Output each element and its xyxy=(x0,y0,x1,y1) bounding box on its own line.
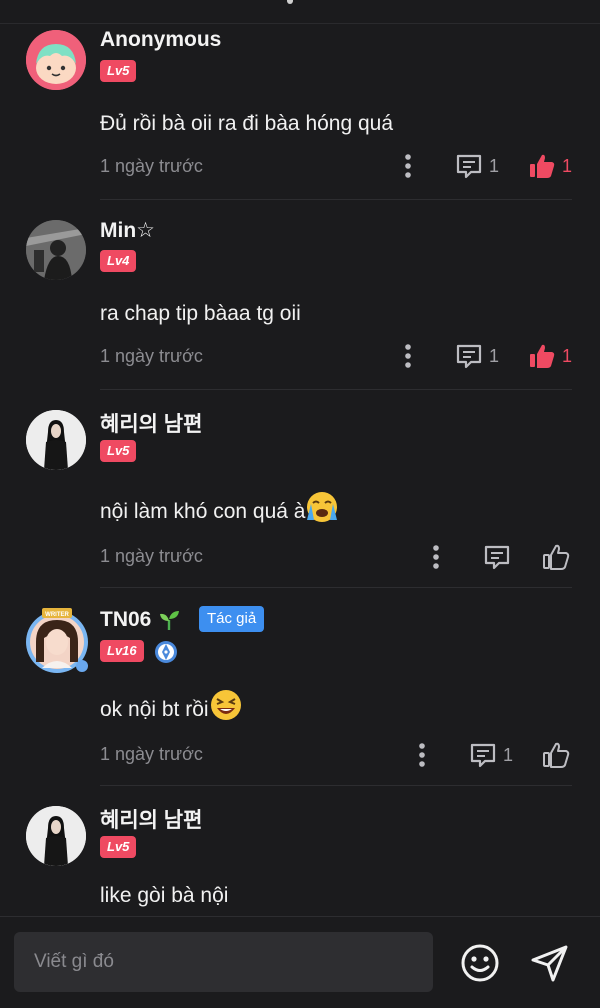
avatar[interactable] xyxy=(26,806,86,866)
comment-text-body: ok nội bt rồi xyxy=(100,698,209,721)
sheet-top-edge xyxy=(0,0,600,24)
comment-text: ra chap tip bàaa tg oii xyxy=(100,302,301,325)
smiley-icon[interactable] xyxy=(458,941,502,985)
like-button[interactable]: 1 xyxy=(528,342,572,370)
level-badge: Lv4 xyxy=(100,250,137,272)
comment-text-body: nội làm khó con quá à xyxy=(100,500,306,523)
more-options-icon[interactable] xyxy=(403,343,413,369)
seedling-icon xyxy=(160,611,180,630)
comment-text: like gòi bà nội xyxy=(100,884,229,907)
comment-item: 혜리의 남편 Lv5 nội làm khó con quá à 1 ngày … xyxy=(26,390,572,588)
comment-item: Anonymous Lv5 Đủ rồi bà oii ra đi bàa hó… xyxy=(26,24,572,200)
reply-button[interactable]: 1 xyxy=(469,741,513,769)
comment-item: Min☆ Lv4 ra chap tip bàaa tg oii 1 ngày … xyxy=(26,200,572,390)
reply-button[interactable]: 1 xyxy=(455,152,499,180)
comment-text: Đủ rồi bà oii ra đi bàa hóng quá xyxy=(100,112,394,135)
thumbs-up-filled-icon xyxy=(530,344,555,368)
comment-input[interactable] xyxy=(14,932,433,992)
username-group: TN06 xyxy=(100,608,181,632)
reply-button[interactable]: 1 xyxy=(455,342,499,370)
like-count: 1 xyxy=(562,155,573,176)
comment-icon xyxy=(456,344,482,369)
comment-list[interactable]: Anonymous Lv5 Đủ rồi bà oii ra đi bàa hó… xyxy=(0,24,600,916)
avatar-frame-text: WRITER xyxy=(45,612,69,618)
comment-item: WRITER TN06 Tác giả Lv16 ok nội bt rồi 1… xyxy=(26,588,572,786)
level-badge: Lv5 xyxy=(100,60,137,82)
thumbs-up-filled-icon xyxy=(530,154,555,178)
username[interactable]: Min☆ xyxy=(100,218,155,243)
like-count: 1 xyxy=(562,345,573,366)
username[interactable]: 혜리의 남편 xyxy=(100,408,202,438)
username[interactable]: 혜리의 남편 xyxy=(100,804,202,834)
more-options-icon[interactable] xyxy=(403,153,413,179)
level-badge: Lv5 xyxy=(100,440,137,462)
comment-icon xyxy=(470,743,496,768)
comment-text: ok nội bt rồi xyxy=(100,688,243,722)
comment-item: 혜리의 남편 Lv5 like gòi bà nội xyxy=(26,786,572,916)
comment-icon xyxy=(484,545,510,570)
comment-icon xyxy=(456,154,482,179)
avatar[interactable]: WRITER xyxy=(22,606,92,676)
avatar[interactable] xyxy=(26,410,86,470)
more-options-icon[interactable] xyxy=(431,544,441,570)
avatar-image xyxy=(26,410,86,470)
send-icon[interactable] xyxy=(528,941,572,985)
laughing-face-icon xyxy=(210,690,241,720)
avatar-image xyxy=(26,220,86,280)
drag-handle[interactable] xyxy=(287,0,293,4)
comment-text: nội làm khó con quá à xyxy=(100,490,339,524)
like-button[interactable]: 1 xyxy=(528,152,572,180)
timestamp: 1 ngày trước xyxy=(100,546,203,566)
avatar[interactable] xyxy=(26,30,86,90)
thumbs-up-icon xyxy=(543,742,570,768)
like-button[interactable] xyxy=(542,741,572,769)
avatar-image: WRITER xyxy=(26,608,88,673)
author-tag: Tác giả xyxy=(199,606,265,632)
avatar-image xyxy=(26,30,86,90)
reply-count: 1 xyxy=(489,155,500,176)
reply-count: 1 xyxy=(489,345,500,366)
timestamp: 1 ngày trước xyxy=(100,744,203,764)
reply-count: 1 xyxy=(503,744,514,765)
username[interactable]: TN06 xyxy=(100,608,151,631)
more-options-icon[interactable] xyxy=(417,742,427,768)
timestamp: 1 ngày trước xyxy=(100,156,203,176)
level-badge: Lv5 xyxy=(100,836,137,858)
loudly-crying-face-icon xyxy=(307,492,338,522)
level-badge: Lv16 xyxy=(100,640,144,662)
like-button[interactable] xyxy=(542,543,572,571)
writer-pen-icon xyxy=(155,641,177,663)
thumbs-up-icon xyxy=(543,544,570,570)
reply-button[interactable] xyxy=(483,543,511,571)
comment-composer xyxy=(0,916,600,1008)
avatar-image xyxy=(26,806,86,866)
timestamp: 1 ngày trước xyxy=(100,346,203,366)
username[interactable]: Anonymous xyxy=(100,28,221,52)
avatar[interactable] xyxy=(26,220,86,280)
